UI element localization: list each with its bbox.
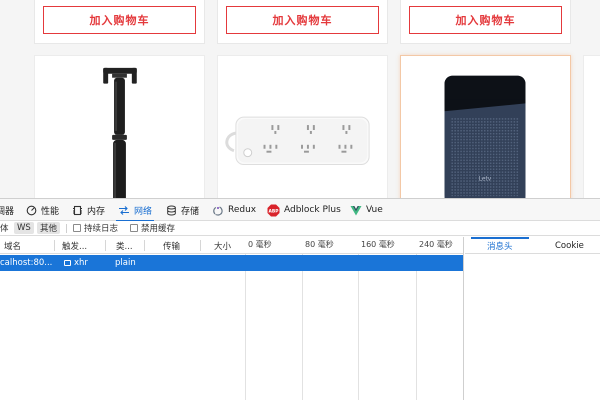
selfie-stick-image: [103, 67, 137, 198]
column-divider[interactable]: [144, 240, 145, 251]
column-size[interactable]: 大小: [214, 237, 231, 254]
column-domain[interactable]: 域名: [4, 237, 21, 254]
power-bank-image: Letv: [444, 75, 526, 198]
product-card: 加入购物车: [217, 0, 388, 44]
add-to-cart-button[interactable]: 加入购物车: [43, 6, 196, 34]
product-card[interactable]: [217, 55, 388, 198]
column-divider[interactable]: [200, 240, 201, 251]
tab-debugger[interactable]: 调器: [0, 199, 14, 221]
tab-storage[interactable]: 存储: [166, 199, 199, 221]
product-card[interactable]: Letv: [400, 55, 571, 198]
gauge-icon: [26, 205, 37, 215]
divider: [66, 224, 67, 233]
brand-logo: Letv: [479, 176, 492, 182]
network-arrows-icon: [119, 205, 129, 215]
tab-performance-label: 性能: [41, 206, 60, 217]
tab-adblock-label: Adblock Plus: [284, 205, 341, 215]
column-initiator[interactable]: 触发...: [62, 237, 87, 254]
request-detail-panel: 消息头 Cookie: [465, 237, 600, 400]
adblock-stop-icon: ABP: [267, 204, 280, 216]
timeline-tick-label: 80 毫秒: [305, 240, 334, 249]
product-card: 加入购物车: [400, 0, 571, 44]
tab-vue[interactable]: Vue: [350, 199, 383, 221]
redux-icon: [213, 205, 223, 216]
filter-ws-button[interactable]: WS: [14, 222, 34, 234]
network-filter-bar: 体 WS 其他 持续日志 禁用缓存: [0, 221, 600, 236]
database-icon: [167, 205, 176, 216]
svg-text:ABP: ABP: [269, 208, 280, 214]
persist-log-label: 持续日志: [84, 224, 119, 234]
tab-memory[interactable]: 内存: [72, 199, 105, 221]
timeline-tick-label: 0 毫秒: [248, 240, 272, 249]
product-card[interactable]: [34, 55, 205, 198]
column-divider[interactable]: [105, 240, 106, 251]
tab-vue-label: Vue: [366, 205, 383, 215]
request-table-header: 域名 触发... 类... 传输 大小 0 毫秒 80 毫秒 160 毫秒 24…: [0, 237, 463, 254]
devtools-tabbar: 调器 性能 内存 网络 存储 Redux ABP Adblock Plus Vu…: [0, 199, 600, 222]
devtools-panel: 调器 性能 内存 网络 存储 Redux ABP Adblock Plus Vu…: [0, 198, 600, 400]
tab-cookie[interactable]: Cookie: [555, 237, 584, 254]
checkbox-box: [73, 224, 81, 232]
request-initiator: xhr: [64, 255, 88, 271]
detail-tabbar: 消息头 Cookie: [465, 237, 600, 254]
request-type: plain: [115, 258, 136, 268]
tab-storage-label: 存储: [181, 206, 200, 217]
xhr-icon: [64, 260, 71, 266]
vue-logo-icon: [350, 205, 362, 215]
tab-adblock[interactable]: ABP Adblock Plus: [267, 199, 341, 221]
shop-page: 加入购物车 加入购物车 加入购物车 Letv: [0, 0, 600, 198]
timeline-tick-label: 160 毫秒: [361, 240, 395, 249]
checkbox-box: [130, 224, 138, 232]
persist-log-checkbox[interactable]: 持续日志: [73, 222, 118, 234]
filter-font-button[interactable]: 体: [0, 222, 12, 234]
product-card: 加入购物车: [34, 0, 205, 44]
add-to-cart-button[interactable]: 加入购物车: [409, 6, 562, 34]
table-row[interactable]: calhost:80... xhr plain: [0, 255, 463, 271]
tab-memory-label: 内存: [87, 206, 106, 217]
request-domain: calhost:80...: [0, 258, 53, 268]
power-strip-image: [225, 116, 370, 166]
tab-debugger-label: 调器: [0, 206, 15, 217]
request-initiator-label: xhr: [74, 258, 88, 268]
tab-network-label: 网络: [134, 206, 153, 217]
memory-chip-icon: [73, 205, 82, 215]
tab-redux-label: Redux: [228, 205, 257, 215]
timeline-tick-label: 240 毫秒: [419, 240, 453, 249]
tab-headers[interactable]: 消息头: [471, 237, 528, 254]
add-to-cart-button[interactable]: 加入购物车: [226, 6, 379, 34]
disable-cache-label: 禁用缓存: [141, 224, 176, 234]
tab-network[interactable]: 网络: [115, 199, 155, 222]
disable-cache-checkbox[interactable]: 禁用缓存: [130, 222, 175, 234]
column-transferred[interactable]: 传输: [163, 237, 180, 254]
tab-performance[interactable]: 性能: [26, 199, 59, 221]
tab-redux[interactable]: Redux: [212, 199, 256, 221]
request-list: 域名 触发... 类... 传输 大小 0 毫秒 80 毫秒 160 毫秒 24…: [0, 237, 464, 400]
column-divider[interactable]: [54, 240, 55, 251]
column-type[interactable]: 类...: [116, 237, 133, 254]
filter-other-button[interactable]: 其他: [37, 222, 61, 234]
product-card[interactable]: [583, 55, 600, 198]
